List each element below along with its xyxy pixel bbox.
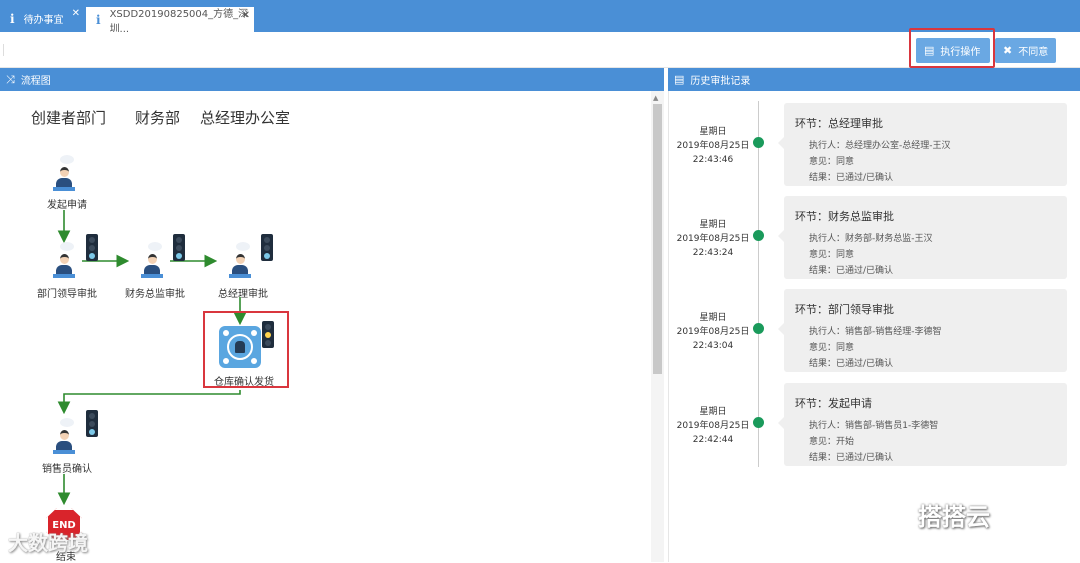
reject-button-label: 不同意: [1018, 47, 1049, 58]
record-executor: 执行人：财务部-财务总监-王汉: [809, 234, 933, 244]
history-panel-header: ▤ 历史审批记录: [668, 68, 1080, 91]
timeline-date: 星期日 2019年08月25日 22:42:44: [676, 407, 750, 445]
timeline-dot: [753, 137, 764, 148]
timeline-date: 星期日 2019年08月25日 22:43:24: [676, 220, 750, 258]
record-executor: 执行人：总经理办公室-总经理-王汉: [809, 141, 951, 151]
document-icon: ▤: [924, 44, 935, 57]
record-opinion: 意见：同意: [809, 157, 855, 167]
record-opinion: 意见：开始: [809, 437, 855, 447]
node-dept-leader-label[interactable]: 部门领导审批: [37, 285, 97, 300]
node-warehouse-label[interactable]: 仓库确认发货: [214, 373, 274, 388]
reject-button[interactable]: ✖ 不同意: [995, 38, 1056, 63]
document-icon: ▤: [674, 73, 685, 86]
close-icon: ✖: [1003, 44, 1013, 57]
record-step: 环节：发起申请: [795, 397, 872, 410]
scroll-up-arrow-icon[interactable]: ▲: [653, 94, 658, 102]
flow-scrollbar-thumb[interactable]: [653, 104, 662, 374]
traffic-light-icon: [173, 234, 185, 261]
record-result: 结果：已通过/已确认: [809, 266, 894, 276]
watermark-right: 搭搭云: [918, 503, 990, 531]
record-result: 结果：已通过/已确认: [809, 453, 894, 463]
record-executor: 执行人：销售部-销售员1-李德智: [809, 421, 939, 431]
flow-connectors: [57, 210, 247, 506]
node-finance-label[interactable]: 财务总监审批: [125, 285, 185, 300]
person-icon: [229, 254, 251, 280]
person-icon: [53, 167, 75, 193]
person-icon: [53, 254, 75, 280]
timeline-date: 星期日 2019年08月25日 22:43:04: [676, 313, 750, 351]
thought-bubble-icon: [148, 242, 162, 251]
record-result: 结果：已通过/已确认: [809, 359, 894, 369]
thought-bubble-icon: [236, 242, 250, 251]
history-panel-title: 历史审批记录: [690, 76, 751, 87]
traffic-light-icon: [86, 234, 98, 261]
arrow-warehouse-to-sales: [57, 390, 241, 415]
record-step: 环节：总经理审批: [795, 117, 883, 130]
record-result: 结果：已通过/已确认: [809, 173, 894, 183]
person-icon: [53, 430, 75, 456]
traffic-light-icon: [86, 410, 98, 437]
thought-bubble-icon: [60, 242, 74, 251]
execute-button[interactable]: ▤ 执行操作: [916, 38, 990, 63]
traffic-light-icon: [261, 234, 273, 261]
history-record-card: 环节：发起申请 执行人：销售部-销售员1-李德智 意见：开始 结果：已通过/已确…: [778, 383, 1067, 466]
person-icon: [141, 254, 163, 280]
node-gm-label[interactable]: 总经理审批: [218, 285, 268, 300]
record-opinion: 意见：同意: [809, 250, 855, 260]
history-record-card: 环节：总经理审批 执行人：总经理办公室-总经理-王汉 意见：同意 结果：已通过/…: [778, 103, 1067, 186]
node-sales-label[interactable]: 销售员确认: [42, 460, 92, 475]
warehouse-node-icon[interactable]: [219, 326, 261, 368]
record-step: 环节：财务总监审批: [795, 210, 894, 223]
timeline-date: 星期日 2019年08月25日 22:43:46: [676, 127, 750, 165]
timeline-dot: [753, 230, 764, 241]
timeline-dot: [753, 323, 764, 334]
node-start-label[interactable]: 发起申请: [47, 196, 87, 211]
record-executor: 执行人：销售部-销售经理-李德智: [809, 327, 942, 337]
watermark-left: 大数跨境: [8, 531, 88, 555]
timeline-dot: [753, 417, 764, 428]
record-step: 环节：部门领导审批: [795, 303, 894, 316]
traffic-light-icon: [262, 321, 274, 348]
record-opinion: 意见：同意: [809, 343, 855, 353]
thought-bubble-icon: [60, 155, 74, 164]
history-record-card: 环节：财务总监审批 执行人：财务部-财务总监-王汉 意见：同意 结果：已通过/已…: [778, 196, 1067, 279]
thought-bubble-icon: [60, 418, 74, 427]
history-record-card: 环节：部门领导审批 执行人：销售部-销售经理-李德智 意见：同意 结果：已通过/…: [778, 289, 1067, 372]
execute-button-label: 执行操作: [940, 47, 981, 58]
timeline-line: [758, 101, 759, 467]
